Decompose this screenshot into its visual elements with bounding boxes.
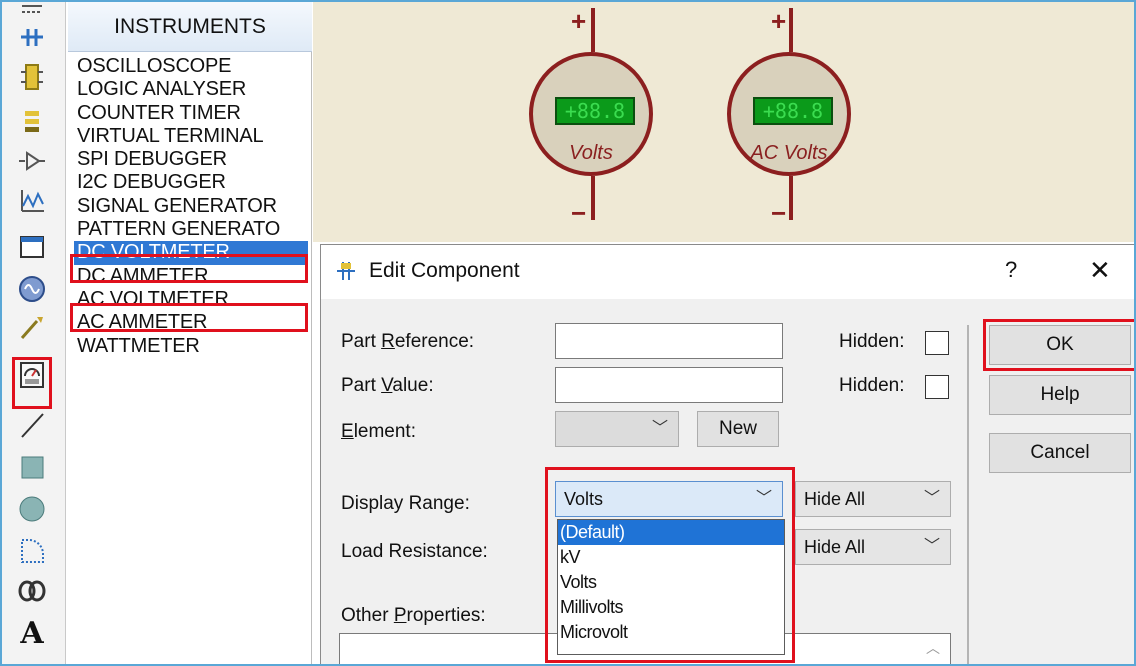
list-item-signal-generator[interactable]: SIGNAL GENERATOR (74, 195, 308, 218)
load-resistance-hide-select[interactable]: Hide All ﹀ (795, 529, 951, 565)
path-icon[interactable] (10, 572, 54, 610)
positive-lead (591, 8, 595, 52)
plus-sign: + (571, 6, 587, 36)
minus-sign: − (771, 198, 787, 228)
negative-lead (789, 176, 793, 220)
ok-button[interactable]: OK (989, 325, 1131, 365)
other-properties-label: Other Properties: (341, 605, 486, 626)
option-millivolts[interactable]: Millivolts (558, 595, 784, 620)
element-select[interactable]: ﹀ (555, 411, 679, 447)
dialog-title: Edit Component (369, 259, 520, 282)
dialog-titlebar: Edit Component ? ✕ (321, 245, 1134, 299)
plus-sign: + (771, 6, 787, 36)
app-window: A INSTRUMENTS OSCILLOSCOPE LOGIC ANALYSE… (0, 0, 1136, 666)
positive-lead (789, 8, 793, 52)
circle-icon[interactable] (10, 490, 54, 528)
help-button[interactable]: Help (989, 375, 1131, 415)
meter-label: Volts (569, 142, 613, 164)
part-reference-input[interactable] (555, 323, 783, 359)
display-range-dropdown[interactable]: (Default) kV Volts Millivolts Microvolt (557, 519, 785, 655)
list-item-dc-ammeter[interactable]: DC AMMETER (74, 265, 308, 288)
chevron-down-icon: ﹀ (923, 490, 940, 507)
list-item-wattmeter[interactable]: WATTMETER (74, 335, 308, 358)
instrument-icon[interactable] (10, 356, 54, 394)
list-item-logic-analyser[interactable]: LOGIC ANALYSER (74, 78, 308, 101)
part-value-input[interactable] (555, 367, 783, 403)
option-kv[interactable]: kV (558, 545, 784, 570)
load-resistance-label: Load Resistance: (341, 541, 488, 562)
text-icon[interactable]: A (10, 614, 54, 652)
box-icon[interactable] (10, 448, 54, 486)
port-icon[interactable] (10, 142, 54, 180)
instruments-header: INSTRUMENTS (68, 2, 312, 52)
chevron-down-icon: ﹀ (755, 490, 772, 507)
arc-icon[interactable] (10, 532, 54, 570)
hidden-label: Hidden: (839, 375, 905, 396)
element-label: Element: (341, 421, 416, 442)
new-button[interactable]: New (697, 411, 779, 447)
ac-voltmeter-symbol[interactable]: +88.8 AC Volts (727, 8, 851, 220)
chevron-down-icon: ﹀ (651, 420, 668, 437)
list-item-oscilloscope[interactable]: OSCILLOSCOPE (74, 55, 308, 78)
cancel-button[interactable]: Cancel (989, 433, 1131, 473)
dc-voltmeter-symbol[interactable]: +88.8 Volts (529, 8, 653, 220)
graph-icon[interactable] (10, 182, 54, 220)
meter-label: AC Volts (750, 142, 828, 164)
generator-icon[interactable] (10, 270, 54, 308)
list-item-dc-voltmeter[interactable]: DC VOLTMETER (74, 241, 308, 265)
list-item-ac-ammeter[interactable]: AC AMMETER (74, 311, 308, 334)
list-item-virtual-terminal[interactable]: VIRTUAL TERMINAL (74, 125, 308, 148)
help-icon[interactable]: ? (1005, 257, 1017, 283)
edit-component-dialog: Edit Component ? ✕ Part Reference: Hidde… (320, 244, 1134, 664)
instruments-panel: INSTRUMENTS OSCILLOSCOPE LOGIC ANALYSER … (68, 2, 312, 664)
option-microvolt[interactable]: Microvolt (558, 620, 784, 645)
vertical-divider (967, 325, 969, 664)
list-item-spi-debugger[interactable]: SPI DEBUGGER (74, 148, 308, 171)
terminal-icon[interactable] (10, 102, 54, 140)
scroll-up-icon[interactable]: ︿ (926, 638, 940, 658)
hidden-reference-checkbox[interactable] (925, 331, 949, 355)
list-item-pattern-generator[interactable]: PATTERN GENERATO (74, 218, 308, 241)
minus-sign: − (571, 198, 587, 228)
junction-icon[interactable] (10, 18, 54, 56)
instruments-list: OSCILLOSCOPE LOGIC ANALYSER COUNTER TIME… (74, 55, 308, 358)
display-range-hide-select[interactable]: Hide All ﹀ (795, 481, 951, 517)
component-icon[interactable] (10, 58, 54, 96)
component-icon (334, 258, 358, 289)
toolbar: A (2, 2, 66, 664)
probe-icon[interactable] (10, 308, 54, 346)
line-icon[interactable] (10, 406, 54, 444)
list-item-i2c-debugger[interactable]: I2C DEBUGGER (74, 171, 308, 194)
hidden-value-checkbox[interactable] (925, 375, 949, 399)
hidden-label: Hidden: (839, 331, 905, 352)
meter-display: +88.8 (555, 97, 635, 125)
option-volts[interactable]: Volts (558, 570, 784, 595)
schematic-canvas[interactable]: +88.8 Volts + − +88.8 AC Volts + − (313, 2, 1134, 242)
part-reference-label: Part Reference: (341, 331, 475, 352)
list-item-ac-voltmeter[interactable]: AC VOLTMETER (74, 288, 308, 311)
part-value-label: Part Value: (341, 375, 434, 396)
display-range-label: Display Range: (341, 493, 470, 514)
bus-icon[interactable] (10, 2, 54, 16)
option-default[interactable]: (Default) (558, 520, 784, 545)
list-item-counter-timer[interactable]: COUNTER TIMER (74, 102, 308, 125)
close-icon[interactable]: ✕ (1089, 255, 1111, 286)
meter-display: +88.8 (753, 97, 833, 125)
tape-icon[interactable] (10, 228, 54, 266)
negative-lead (591, 176, 595, 220)
display-range-select[interactable]: Volts ﹀ (555, 481, 783, 517)
chevron-down-icon: ﹀ (923, 538, 940, 555)
